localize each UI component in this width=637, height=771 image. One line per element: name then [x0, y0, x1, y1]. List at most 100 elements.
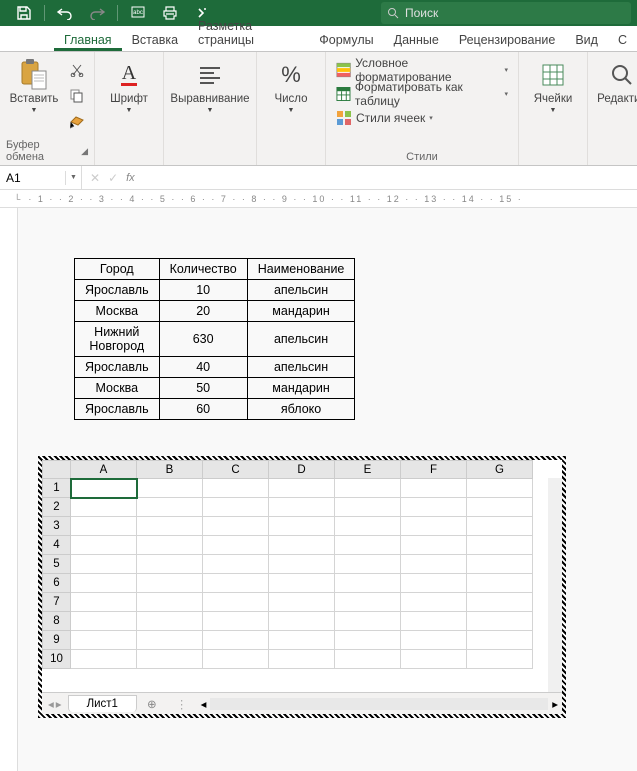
tab-help[interactable]: С	[608, 29, 637, 51]
name-box-dropdown[interactable]: ▼	[66, 166, 82, 190]
cell[interactable]	[335, 479, 401, 498]
cell[interactable]	[269, 593, 335, 612]
cell[interactable]	[137, 631, 203, 650]
cut-button[interactable]	[66, 59, 88, 81]
tab-layout[interactable]: Разметка страницы	[188, 15, 309, 51]
cell[interactable]	[401, 574, 467, 593]
cell[interactable]	[203, 612, 269, 631]
cell[interactable]	[401, 517, 467, 536]
cell[interactable]	[71, 574, 137, 593]
copy-button[interactable]	[66, 85, 88, 107]
cell[interactable]	[71, 650, 137, 669]
sheet-grid[interactable]: ABCDEFG12345678910	[42, 460, 533, 669]
enter-icon[interactable]: ✓	[108, 171, 118, 185]
cell[interactable]	[467, 612, 533, 631]
cell-styles-button[interactable]: Стили ячеек ▾	[332, 107, 512, 129]
scroll-right[interactable]: ▸	[552, 697, 558, 711]
cell[interactable]	[467, 498, 533, 517]
format-as-table-button[interactable]: Форматировать как таблицу ▾	[332, 83, 512, 105]
print-button[interactable]	[156, 1, 184, 25]
cell[interactable]	[401, 536, 467, 555]
format-painter-button[interactable]	[66, 111, 88, 133]
row-header[interactable]: 3	[43, 517, 71, 536]
number-button[interactable]: % Число ▼	[263, 55, 319, 114]
cell[interactable]	[137, 479, 203, 498]
tab-home[interactable]: Главная	[54, 29, 122, 51]
tab-data[interactable]: Данные	[384, 29, 449, 51]
embedded-spreadsheet[interactable]: ABCDEFG12345678910 ◂ ▸ Лист1 ⊕ ⋮ ◂ ▸	[38, 456, 566, 718]
cell[interactable]	[71, 631, 137, 650]
horizontal-scrollbar[interactable]: ◂ ▸	[197, 697, 562, 711]
cell[interactable]	[467, 479, 533, 498]
alignment-button[interactable]: Выравнивание ▼	[170, 55, 250, 114]
cell[interactable]	[203, 631, 269, 650]
cell[interactable]	[137, 650, 203, 669]
cell[interactable]	[335, 536, 401, 555]
cell[interactable]	[335, 574, 401, 593]
cell[interactable]	[269, 498, 335, 517]
row-header[interactable]: 5	[43, 555, 71, 574]
fx-icon[interactable]: fx	[126, 172, 135, 184]
vertical-scrollbar[interactable]	[548, 478, 562, 692]
row-header[interactable]: 10	[43, 650, 71, 669]
cell[interactable]	[269, 650, 335, 669]
tab-formulas[interactable]: Формулы	[309, 29, 383, 51]
cell[interactable]	[467, 555, 533, 574]
cell[interactable]	[71, 498, 137, 517]
col-header[interactable]: C	[203, 461, 269, 479]
col-header[interactable]: D	[269, 461, 335, 479]
row-header[interactable]: 6	[43, 574, 71, 593]
cell[interactable]	[203, 650, 269, 669]
cell[interactable]	[203, 555, 269, 574]
name-box[interactable]: A1	[0, 171, 66, 185]
cell[interactable]	[401, 593, 467, 612]
cell[interactable]	[203, 593, 269, 612]
cell[interactable]	[137, 498, 203, 517]
cell[interactable]	[71, 536, 137, 555]
tab-insert[interactable]: Вставка	[122, 29, 188, 51]
clipboard-launcher[interactable]: ◢	[81, 146, 88, 157]
cell[interactable]	[203, 536, 269, 555]
col-header[interactable]: A	[71, 461, 137, 479]
cell[interactable]	[137, 555, 203, 574]
cell[interactable]	[137, 517, 203, 536]
cell[interactable]	[203, 574, 269, 593]
cell[interactable]	[335, 650, 401, 669]
conditional-formatting-button[interactable]: Условное форматирование ▾	[332, 59, 512, 81]
cell[interactable]	[401, 498, 467, 517]
cell[interactable]	[269, 612, 335, 631]
save-button[interactable]	[10, 1, 38, 25]
search-box[interactable]: Поиск	[381, 2, 631, 24]
cell[interactable]	[335, 555, 401, 574]
cell[interactable]	[71, 612, 137, 631]
scroll-left[interactable]: ◂	[201, 697, 207, 711]
vertical-ruler[interactable]	[0, 208, 18, 771]
row-header[interactable]: 2	[43, 498, 71, 517]
cell[interactable]	[401, 631, 467, 650]
row-header[interactable]: 9	[43, 631, 71, 650]
cell[interactable]	[71, 517, 137, 536]
horizontal-ruler[interactable]: └ · 1 · · 2 · · 3 · · 4 · · 5 · · 6 · · …	[0, 190, 637, 208]
cell[interactable]	[71, 593, 137, 612]
row-header[interactable]: 7	[43, 593, 71, 612]
cell[interactable]	[203, 498, 269, 517]
cell[interactable]	[335, 498, 401, 517]
cell[interactable]	[467, 574, 533, 593]
cell[interactable]	[137, 612, 203, 631]
cell[interactable]	[467, 631, 533, 650]
sheet-add-button[interactable]: ⊕	[137, 697, 167, 711]
cancel-icon[interactable]: ✕	[90, 171, 100, 185]
col-header[interactable]: G	[467, 461, 533, 479]
cell[interactable]	[269, 479, 335, 498]
touch-mode-button[interactable]: abc	[124, 1, 152, 25]
cell[interactable]	[335, 517, 401, 536]
cell[interactable]	[401, 479, 467, 498]
cell[interactable]	[467, 536, 533, 555]
cell[interactable]	[401, 555, 467, 574]
cell[interactable]	[269, 517, 335, 536]
cell[interactable]	[467, 517, 533, 536]
col-header[interactable]: E	[335, 461, 401, 479]
row-header[interactable]: 4	[43, 536, 71, 555]
cell[interactable]	[71, 555, 137, 574]
cell[interactable]	[335, 593, 401, 612]
